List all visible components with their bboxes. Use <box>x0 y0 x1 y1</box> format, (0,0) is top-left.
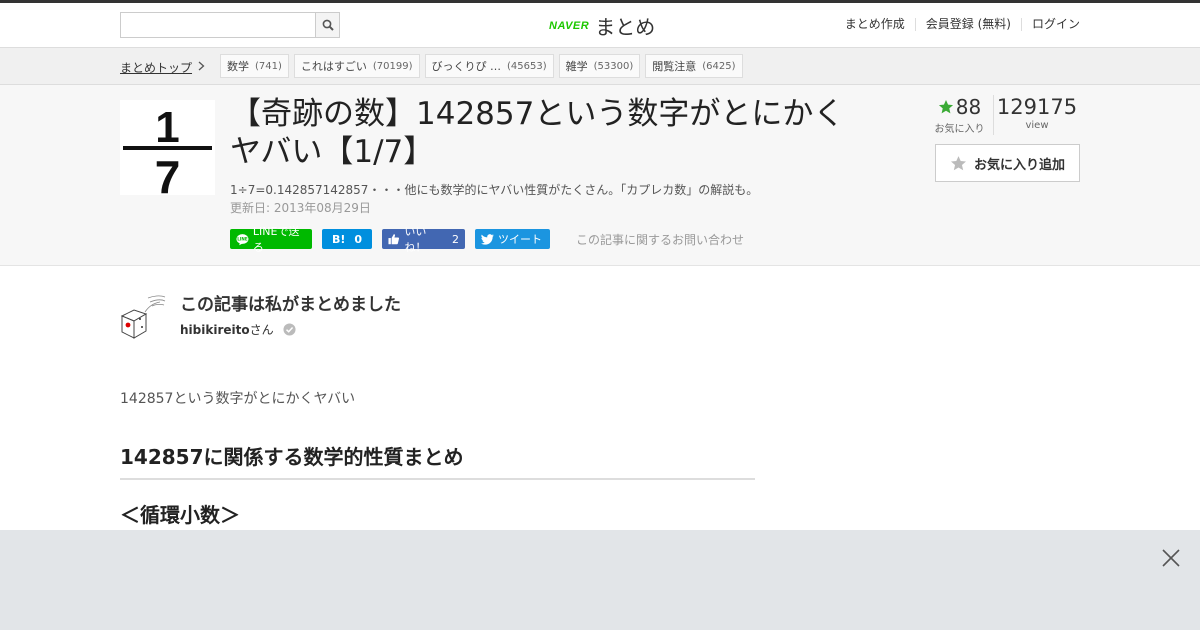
hatena-count: 0 <box>354 232 363 246</box>
favorites-stat: 88 お気に入り <box>926 95 994 135</box>
thumb-numerator: 1 <box>155 103 179 152</box>
header-nav: まとめ作成 会員登録 (無料) ログイン <box>835 18 1080 31</box>
page-title: 【奇跡の数】142857という数字がとにかくヤバい【1/7】 <box>230 96 845 170</box>
thumbs-up-icon <box>388 234 400 245</box>
tag-label: びっくりぴ … <box>431 60 502 73</box>
updated-date: 更新日: 2013年08月29日 <box>230 201 371 215</box>
article-stats: 88 お気に入り 129175 view <box>926 95 1080 135</box>
author-heading: この記事は私がまとめました <box>180 295 401 315</box>
facebook-like-label: いいね！ <box>404 225 427 254</box>
register-link[interactable]: 会員登録 (無料) <box>914 18 1021 31</box>
tag-item[interactable]: 雑学 (53300) <box>558 54 641 78</box>
site-header: NAVER まとめ まとめ作成 会員登録 (無料) ログイン <box>0 3 1200 48</box>
tag-item[interactable]: 閲覧注意 (6425) <box>645 54 743 78</box>
article-description: 1÷7=0.142857142857・・・他にも数学的にヤバい性質がたくさん。「… <box>230 183 759 197</box>
article-thumbnail: 1 7 <box>120 100 215 195</box>
site-logo[interactable]: NAVER まとめ <box>549 11 655 40</box>
tag-item[interactable]: これはすごい (70199) <box>293 54 420 78</box>
hatena-label: B! <box>331 232 346 246</box>
tag-count: (70199) <box>372 60 413 72</box>
tag-label: 数学 <box>227 60 249 73</box>
avatar[interactable] <box>120 294 166 340</box>
login-link[interactable]: ログイン <box>1020 18 1080 31</box>
author-suffix: さん <box>249 323 274 337</box>
favorites-label: お気に入り <box>934 124 985 135</box>
tag-count: (45653) <box>507 60 547 72</box>
facebook-like-button[interactable]: いいね！ 2 <box>382 225 465 254</box>
subsection-heading: ＜循環小数＞ <box>120 503 240 527</box>
tag-count: (741) <box>255 60 282 72</box>
line-share-button[interactable]: LINE LINEで送る <box>230 225 312 254</box>
article-header: 1 7 【奇跡の数】142857という数字がとにかくヤバい【1/7】 1÷7=0… <box>0 85 1200 266</box>
tag-label: 閲覧注意 <box>652 60 697 73</box>
tag-item[interactable]: 数学 (741) <box>220 54 289 78</box>
breadcrumb-top-link[interactable]: まとめトップ <box>120 59 205 76</box>
line-share-label: LINEで送る <box>252 225 300 254</box>
tag-count: (53300) <box>593 60 634 72</box>
search-input[interactable] <box>120 12 315 38</box>
tag-item[interactable]: びっくりぴ … (45653) <box>424 54 554 78</box>
tweet-button[interactable]: ツイート <box>475 229 550 249</box>
breadcrumb-bar: まとめトップ 数学 (741) これはすごい (70199) びっくりぴ … (456… <box>0 48 1200 85</box>
star-outline-icon <box>950 155 966 170</box>
add-favorite-button[interactable]: お気に入り追加 <box>935 144 1080 182</box>
create-matome-link[interactable]: まとめ作成 <box>835 18 915 31</box>
twitter-bird-icon <box>481 233 494 245</box>
breadcrumb-top-label: まとめトップ <box>120 61 193 75</box>
logo-text: まとめ <box>595 15 656 39</box>
favorites-count: 88 <box>955 95 982 119</box>
views-label: view <box>1025 120 1049 131</box>
share-buttons: LINE LINEで送る B! 0 いいね！ 2 ツイート この記事に関するお問… <box>230 225 744 254</box>
chevron-right-icon <box>198 61 205 74</box>
section-heading: 142857に関係する数学的性質まとめ <box>120 441 755 480</box>
svg-text:LINE: LINE <box>237 236 248 241</box>
author-username: hibikireito <box>180 322 250 337</box>
views-count: 129175 <box>996 95 1078 119</box>
line-icon: LINE <box>236 233 249 245</box>
fraction-bar <box>123 146 212 150</box>
add-favorite-label: お気に入り追加 <box>973 157 1065 173</box>
tag-label: 雑学 <box>565 60 588 73</box>
tweet-label: ツイート <box>498 233 542 246</box>
search-icon <box>322 19 334 31</box>
search-box <box>120 12 340 38</box>
bottom-ad-banner <box>0 530 1200 630</box>
article-inquiry-link[interactable]: この記事に関するお問い合わせ <box>576 231 744 248</box>
logo-brand: NAVER <box>549 19 590 32</box>
thumb-denominator: 7 <box>155 151 181 195</box>
star-icon <box>938 100 953 114</box>
article-lead: 142857という数字がとにかくヤバい <box>120 391 356 407</box>
facebook-like-count: 2 <box>452 232 459 246</box>
author-name-link[interactable]: hibikireito さん <box>180 321 296 338</box>
tag-count: (6425) <box>702 60 736 72</box>
hatena-bookmark-button[interactable]: B! 0 <box>322 229 372 249</box>
tag-list: 数学 (741) これはすごい (70199) びっくりぴ … (45653) 雑学 (… <box>220 54 743 78</box>
search-button[interactable] <box>315 12 340 38</box>
tag-label: これはすごい <box>300 60 367 73</box>
views-stat: 129175 view <box>994 95 1080 135</box>
verified-check-icon <box>283 323 296 336</box>
close-icon[interactable] <box>1161 548 1181 568</box>
